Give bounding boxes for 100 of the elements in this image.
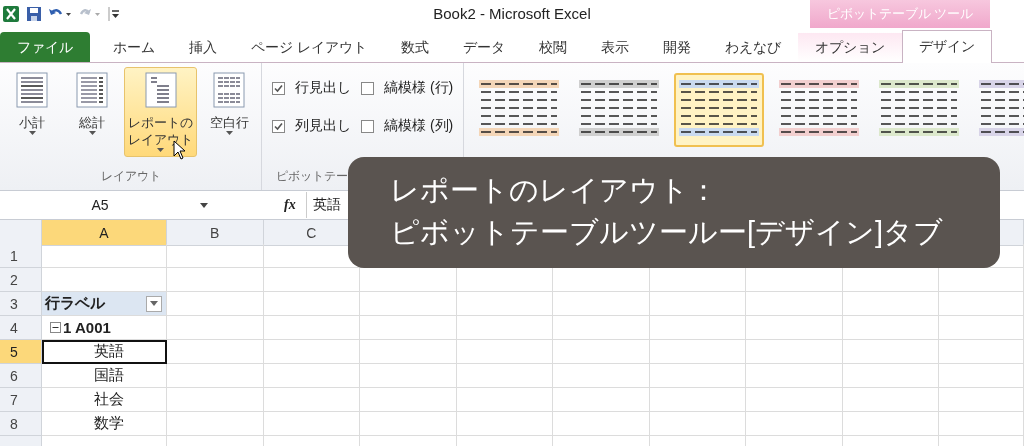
caret-icon[interactable]	[157, 148, 164, 152]
empty-cell[interactable]	[167, 364, 264, 388]
filter-dropdown-icon[interactable]	[146, 295, 162, 312]
row-header[interactable]: 8	[0, 412, 42, 436]
empty-cell[interactable]	[167, 268, 264, 292]
ribbon-tab[interactable]: わえなび	[707, 32, 798, 62]
empty-cell[interactable]	[360, 316, 457, 340]
layout-button[interactable]: 空白行	[201, 67, 257, 140]
empty-cell[interactable]	[360, 340, 457, 364]
row-header[interactable]: 3	[0, 292, 42, 316]
name-box[interactable]: A5	[0, 197, 200, 213]
empty-cell[interactable]	[553, 340, 650, 364]
empty-cell[interactable]	[939, 316, 1024, 340]
row-header[interactable]: 1	[0, 244, 42, 268]
pivot-style-thumbnail[interactable]	[674, 73, 765, 147]
ribbon-tab[interactable]: 開発	[645, 32, 708, 62]
row-header[interactable]: 2	[0, 268, 42, 292]
empty-cell[interactable]	[842, 292, 939, 316]
ribbon-tab[interactable]: データ	[445, 32, 522, 62]
select-all-corner[interactable]	[0, 220, 42, 246]
empty-cell[interactable]	[842, 364, 939, 388]
empty-cell[interactable]	[939, 364, 1024, 388]
empty-cell[interactable]	[939, 292, 1024, 316]
empty-cell[interactable]	[553, 388, 650, 412]
empty-cell[interactable]	[649, 412, 746, 436]
empty-cell[interactable]	[360, 388, 457, 412]
ribbon-tab[interactable]: 数式	[383, 32, 446, 62]
empty-cell[interactable]	[263, 340, 360, 364]
ribbon-tab[interactable]: 挿入	[172, 32, 234, 62]
empty-cell[interactable]	[263, 268, 360, 292]
empty-cell[interactable]	[553, 316, 650, 340]
empty-cell[interactable]	[746, 388, 843, 412]
checkbox-option[interactable]: 縞模様 (行)	[361, 79, 454, 97]
empty-cell[interactable]	[746, 412, 843, 436]
ribbon-tab[interactable]: デザイン	[901, 30, 992, 63]
empty-cell[interactable]	[456, 388, 553, 412]
row-header[interactable]: 7	[0, 388, 42, 412]
empty-cell[interactable]	[360, 364, 457, 388]
empty-cell[interactable]	[649, 292, 746, 316]
empty-cell[interactable]	[649, 340, 746, 364]
empty-cell[interactable]	[456, 340, 553, 364]
empty-cell[interactable]	[746, 316, 843, 340]
empty-cell[interactable]	[263, 364, 360, 388]
empty-cell[interactable]	[842, 388, 939, 412]
empty-cell[interactable]	[167, 244, 264, 268]
caret-icon[interactable]	[88, 131, 96, 135]
checkbox-option[interactable]: 行見出し	[272, 79, 351, 97]
empty-cell[interactable]	[360, 412, 457, 436]
save-icon[interactable]	[26, 6, 42, 22]
empty-cell[interactable]	[842, 340, 939, 364]
checkbox-option[interactable]: 列見出し	[272, 117, 351, 135]
caret-icon[interactable]	[225, 131, 233, 135]
empty-cell[interactable]	[456, 292, 553, 316]
empty-cell[interactable]	[456, 316, 553, 340]
checkbox[interactable]	[361, 119, 374, 133]
empty-cell[interactable]	[263, 292, 360, 316]
empty-cell[interactable]	[553, 292, 650, 316]
insert-function-label[interactable]: fx	[284, 197, 296, 213]
empty-cell[interactable]	[263, 316, 360, 340]
ribbon-tab[interactable]: ホーム	[96, 32, 172, 62]
empty-cell[interactable]	[360, 292, 457, 316]
checkbox-option[interactable]: 縞模様 (列)	[361, 117, 454, 135]
empty-cell[interactable]	[263, 412, 360, 436]
empty-cell[interactable]	[939, 388, 1024, 412]
customize-toolbar-icon[interactable]	[108, 6, 120, 22]
empty-cell[interactable]	[456, 412, 553, 436]
empty-cell[interactable]	[456, 364, 553, 388]
empty-cell[interactable]	[167, 412, 264, 436]
empty-cell[interactable]	[746, 364, 843, 388]
column-header[interactable]: B	[167, 220, 264, 246]
ribbon-tab[interactable]: ページ レイアウト	[234, 32, 384, 62]
row-header[interactable]: 4	[0, 316, 42, 340]
spreadsheet-app-icon[interactable]	[2, 5, 20, 23]
caret-icon[interactable]	[200, 202, 208, 208]
empty-cell[interactable]	[553, 364, 650, 388]
ribbon-tab[interactable]: ファイル	[0, 32, 90, 62]
collapse-icon[interactable]	[50, 322, 61, 333]
empty-cell[interactable]	[553, 412, 650, 436]
empty-cell[interactable]	[263, 388, 360, 412]
checkbox[interactable]	[272, 81, 285, 95]
empty-cell[interactable]	[842, 316, 939, 340]
layout-button[interactable]: 総計	[64, 67, 120, 140]
formula-field[interactable]: 英語	[305, 192, 341, 218]
ribbon-tab[interactable]: 表示	[583, 32, 646, 62]
caret-icon[interactable]	[28, 131, 36, 135]
checkbox[interactable]	[272, 119, 285, 133]
empty-cell[interactable]	[649, 316, 746, 340]
empty-cell[interactable]	[939, 412, 1024, 436]
empty-cell[interactable]	[167, 316, 264, 340]
row-header[interactable]: 6	[0, 364, 42, 388]
empty-cell[interactable]	[649, 388, 746, 412]
empty-cell[interactable]	[167, 388, 264, 412]
empty-cell[interactable]	[649, 364, 746, 388]
empty-cell[interactable]	[746, 340, 843, 364]
empty-cell[interactable]	[746, 292, 843, 316]
empty-cell[interactable]	[842, 412, 939, 436]
layout-button[interactable]: 小計	[4, 67, 60, 140]
checkbox[interactable]	[361, 81, 374, 95]
row-header[interactable]: 5	[0, 340, 42, 364]
column-header[interactable]: A	[42, 220, 167, 246]
